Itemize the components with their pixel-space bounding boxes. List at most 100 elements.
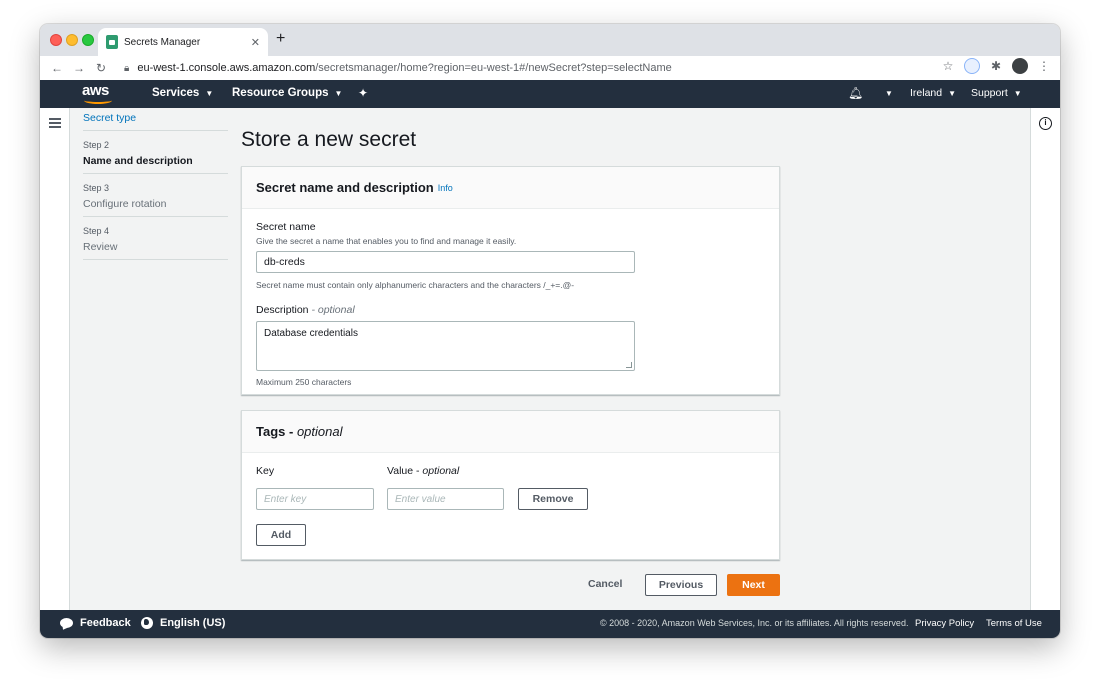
previous-button[interactable]: Previous: [645, 574, 717, 596]
new-tab-button[interactable]: +: [276, 30, 285, 48]
step-name-description[interactable]: Step 2 Name and description: [83, 131, 228, 174]
tag-key-input[interactable]: Enter key: [256, 488, 374, 510]
chevron-down-icon: ▼: [334, 89, 343, 98]
step-label: Name and description: [83, 155, 193, 167]
url-host: eu-west-1.console.aws.amazon.com: [137, 62, 316, 74]
cancel-button[interactable]: Cancel: [588, 578, 622, 590]
secrets-manager-icon: [106, 35, 118, 49]
optional-tag: - optional: [311, 304, 355, 316]
language-selector[interactable]: English (US): [141, 617, 225, 629]
close-icon[interactable]: ✕: [251, 36, 260, 49]
console-footer: Feedback English (US) © 2008 - 2020, Ama…: [40, 610, 1060, 638]
resource-groups-label: Resource Groups: [232, 87, 329, 99]
tags-panel: Tags - optional Key Value - optional Ent…: [241, 410, 780, 560]
hamburger-menu-icon[interactable]: [49, 118, 61, 128]
browser-toolbar: ← → ↻ 🔒︎ eu-west-1.console.aws.amazon.co…: [40, 56, 1060, 80]
step-secret-type-link[interactable]: Secret type: [83, 108, 228, 131]
url-text: eu-west-1.console.aws.amazon.com/secrets…: [137, 62, 671, 74]
resize-handle-icon[interactable]: [626, 362, 632, 368]
step-label: Review: [83, 241, 118, 253]
forward-arrow-icon[interactable]: →: [68, 61, 90, 75]
browser-window: Secrets Manager ✕ + ← → ↻ 🔒︎ eu-west-1.c…: [40, 24, 1060, 638]
maximize-window-button[interactable]: [82, 34, 94, 46]
step-number: Step 2: [83, 140, 110, 150]
tag-value-input[interactable]: Enter value: [387, 488, 504, 510]
description-value: Database credentials: [264, 328, 358, 339]
panel-header: Secret name and description Info: [242, 167, 779, 209]
key-label: Key: [256, 465, 275, 477]
description-label-text: Description: [256, 304, 309, 316]
panel-title: Secret name and description: [256, 180, 434, 195]
value-optional: optional: [422, 465, 460, 477]
bell-icon[interactable]: 🔔︎: [848, 86, 863, 100]
privacy-policy-link[interactable]: Privacy Policy: [915, 618, 974, 629]
remove-tag-button[interactable]: Remove: [518, 488, 588, 510]
support-menu[interactable]: Support ▼: [971, 87, 1022, 99]
minimize-window-button[interactable]: [66, 34, 78, 46]
description-textarea[interactable]: Database credentials: [256, 321, 635, 371]
panel-body: Secret name Give the secret a name that …: [242, 209, 779, 401]
left-navigation-strip: [40, 108, 70, 610]
right-help-strip: i: [1030, 108, 1060, 610]
feedback-label: Feedback: [80, 617, 131, 629]
globe-icon: [141, 617, 153, 629]
tags-optional: optional: [296, 424, 343, 439]
language-label: English (US): [160, 617, 226, 629]
region-menu[interactable]: Ireland ▼: [910, 87, 956, 99]
region-label: Ireland: [910, 87, 943, 99]
more-vert-icon[interactable]: ⋮: [1036, 59, 1052, 73]
secret-name-label: Secret name: [256, 221, 316, 233]
chat-bubble-icon: [60, 618, 73, 628]
value-label-text: Value -: [387, 465, 423, 477]
step-review: Step 4 Review: [83, 217, 228, 260]
profile-avatar[interactable]: [1012, 58, 1028, 74]
address-bar[interactable]: 🔒︎ eu-west-1.console.aws.amazon.com/secr…: [124, 57, 672, 79]
description-hint: Maximum 250 characters: [256, 377, 352, 387]
tab-title: Secrets Manager: [124, 36, 201, 48]
info-icon[interactable]: i: [1039, 117, 1052, 130]
page-title: Store a new secret: [241, 128, 417, 151]
url-path: /secretsmanager/home?region=eu-west-1#/n…: [315, 62, 672, 74]
back-arrow-icon[interactable]: ←: [46, 61, 68, 75]
aws-logo[interactable]: aws: [82, 82, 116, 106]
chevron-down-icon: ▼: [948, 89, 957, 98]
step-number: Step 4: [83, 226, 110, 236]
panel-title: Tags - optional: [256, 424, 342, 439]
account-dropdown-chevron-icon[interactable]: ▼: [885, 89, 893, 98]
resource-groups-menu[interactable]: Resource Groups ▼: [232, 87, 342, 99]
chevron-down-icon: ▼: [1013, 89, 1022, 98]
secret-name-hint: Secret name must contain only alphanumer…: [256, 280, 575, 290]
services-label: Services: [152, 87, 200, 99]
description-label: Description - optional: [256, 304, 765, 316]
panel-body: Key Value - optional Enter key Enter val…: [242, 453, 779, 559]
services-menu[interactable]: Services ▼: [152, 87, 213, 99]
secret-name-input[interactable]: db-creds: [256, 251, 635, 273]
step-configure-rotation: Step 3 Configure rotation: [83, 174, 228, 217]
puzzle-icon[interactable]: ✱: [988, 59, 1004, 73]
main-content: i Secret type Step 2 Name and descriptio…: [40, 108, 1060, 610]
chevron-down-icon: ▼: [205, 89, 214, 98]
secret-name-panel: Secret name and description Info Secret …: [241, 166, 780, 395]
next-button[interactable]: Next: [727, 574, 780, 596]
step-label: Configure rotation: [83, 198, 167, 210]
terms-of-use-link[interactable]: Terms of Use: [986, 618, 1042, 629]
support-label: Support: [971, 87, 1008, 99]
browser-tab[interactable]: Secrets Manager ✕: [98, 28, 268, 56]
star-icon[interactable]: ☆: [940, 59, 956, 73]
toolbar-actions: ☆ ✱ ⋮: [940, 58, 1052, 74]
info-link[interactable]: Info: [438, 183, 453, 193]
reload-icon[interactable]: ↻: [90, 61, 112, 75]
panel-header: Tags - optional: [242, 411, 779, 453]
wizard-steps: Secret type Step 2 Name and description …: [83, 108, 228, 260]
value-label: Value - optional: [387, 465, 459, 477]
aws-console-nav: aws Services ▼ Resource Groups ▼ ✦ 🔔︎ ▼ Ir…: [40, 80, 1060, 108]
extension-icon[interactable]: [964, 58, 980, 74]
tags-title: Tags -: [256, 424, 297, 439]
add-tag-button[interactable]: Add: [256, 524, 306, 546]
pin-icon[interactable]: ✦: [358, 86, 368, 100]
secret-name-description: Give the secret a name that enables you …: [256, 236, 517, 246]
close-window-button[interactable]: [50, 34, 62, 46]
feedback-link[interactable]: Feedback: [60, 617, 131, 629]
copyright-text: © 2008 - 2020, Amazon Web Services, Inc.…: [600, 618, 909, 628]
aws-smile-icon: [84, 97, 112, 104]
